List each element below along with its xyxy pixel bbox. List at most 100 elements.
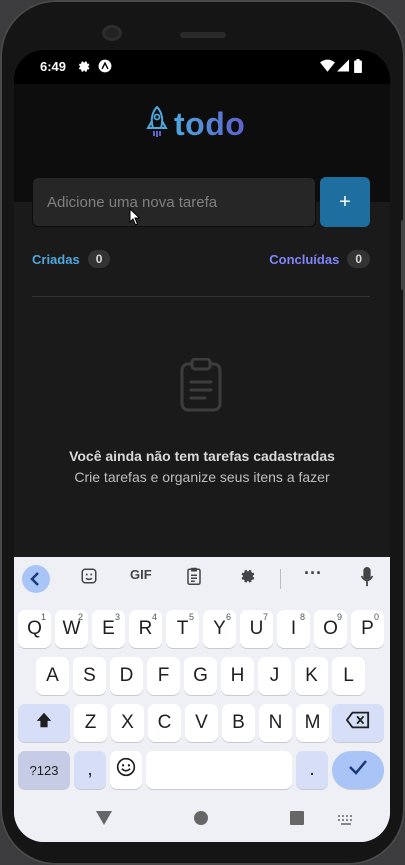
done-count-badge: 0 xyxy=(347,250,370,268)
period-key[interactable]: . xyxy=(296,751,328,789)
earpiece-speaker xyxy=(180,32,226,38)
divider xyxy=(32,296,370,297)
logo-text: todo xyxy=(174,106,246,142)
gif-button[interactable]: GIF xyxy=(130,567,152,582)
key-g[interactable]: G xyxy=(184,657,217,695)
key-t[interactable]: T5 xyxy=(166,610,199,648)
task-counters: Criadas 0 Concluídas 0 xyxy=(32,250,370,272)
key-y[interactable]: Y6 xyxy=(203,610,236,648)
battery-icon xyxy=(354,59,362,76)
empty-state-title: Você ainda não tem tarefas cadastradas xyxy=(69,448,335,464)
nav-recents-icon[interactable] xyxy=(290,811,304,825)
new-task-input[interactable] xyxy=(32,177,316,227)
app-notification-icon xyxy=(98,59,112,76)
keyboard-settings-gear-icon[interactable] xyxy=(238,567,255,587)
key-hint-number: 7 xyxy=(262,612,268,622)
toolbar-divider xyxy=(280,569,281,589)
key-k[interactable]: K xyxy=(295,657,328,695)
backspace-icon xyxy=(345,711,370,729)
logo: todo xyxy=(146,105,246,143)
key-w[interactable]: W2 xyxy=(55,610,88,648)
symbols-key[interactable]: ?123 xyxy=(18,751,70,789)
space-key[interactable] xyxy=(146,751,292,789)
emoji-key[interactable] xyxy=(110,751,142,789)
sticker-icon[interactable] xyxy=(80,567,98,588)
created-label: Criadas xyxy=(32,251,80,267)
key-x[interactable]: X xyxy=(111,704,144,742)
key-q[interactable]: Q1 xyxy=(18,610,51,648)
key-hint-number: 8 xyxy=(299,612,305,622)
clipboard-icon xyxy=(180,358,222,412)
settings-gear-icon xyxy=(76,59,90,76)
mouse-cursor-icon xyxy=(129,208,141,226)
status-time: 6:49 xyxy=(40,59,67,74)
front-camera xyxy=(102,25,122,41)
shift-key[interactable] xyxy=(18,704,70,742)
screen: 6:49 todo Adicione uma nova tarefa + Cri… xyxy=(14,50,390,842)
key-u[interactable]: U7 xyxy=(240,610,273,648)
key-c[interactable]: C xyxy=(148,704,181,742)
key-z[interactable]: Z xyxy=(74,704,107,742)
clipboard-icon-toolbar[interactable] xyxy=(186,567,202,588)
key-r[interactable]: R4 xyxy=(129,610,162,648)
key-h[interactable]: H xyxy=(221,657,254,695)
enter-key[interactable] xyxy=(332,751,384,789)
key-a[interactable]: A xyxy=(36,657,69,695)
key-label: Y xyxy=(213,618,226,639)
key-label: O xyxy=(323,618,338,639)
on-screen-keyboard: GIF ··· Q1W2E3R4T5Y6U7I8O9P0 ASDFGHJKL Z… xyxy=(14,557,390,842)
key-hint-number: 4 xyxy=(151,612,157,622)
more-options-icon[interactable]: ··· xyxy=(304,563,322,584)
created-count-badge: 0 xyxy=(87,250,111,268)
add-task-button[interactable]: + xyxy=(320,177,370,227)
key-n[interactable]: N xyxy=(259,704,292,742)
key-d[interactable]: D xyxy=(110,657,143,695)
key-b[interactable]: B xyxy=(222,704,255,742)
done-label: Concluídas xyxy=(269,251,340,267)
key-label: P xyxy=(361,618,374,639)
key-label: Q xyxy=(27,618,42,639)
key-hint-number: 9 xyxy=(336,612,342,622)
rocket-icon xyxy=(146,105,168,143)
nav-back-icon[interactable] xyxy=(96,811,112,825)
key-label: T xyxy=(176,618,189,639)
key-hint-number: 0 xyxy=(373,612,379,622)
key-p[interactable]: P0 xyxy=(351,610,384,648)
status-bar: 6:49 xyxy=(14,50,390,84)
key-j[interactable]: J xyxy=(258,657,291,695)
keyboard-back-button[interactable] xyxy=(22,565,50,593)
key-label: E xyxy=(102,618,115,639)
power-button xyxy=(401,220,405,290)
key-m[interactable]: M xyxy=(296,704,329,742)
signal-icon xyxy=(337,59,349,75)
comma-key[interactable]: , xyxy=(74,751,106,789)
key-l[interactable]: L xyxy=(332,657,365,695)
shift-arrow-icon xyxy=(36,712,52,728)
microphone-icon[interactable] xyxy=(360,567,374,590)
key-e[interactable]: E3 xyxy=(92,610,125,648)
wifi-icon xyxy=(320,59,335,75)
key-label: R xyxy=(138,618,153,639)
key-o[interactable]: O9 xyxy=(314,610,347,648)
empty-state-subtitle: Crie tarefas e organize seus itens a faz… xyxy=(74,469,330,485)
phone-frame: 6:49 todo Adicione uma nova tarefa + Cri… xyxy=(0,0,405,865)
navigation-bar xyxy=(14,801,390,842)
backspace-key[interactable] xyxy=(332,704,384,742)
key-hint-number: 5 xyxy=(188,612,194,622)
key-hint-number: 1 xyxy=(40,612,46,622)
key-label: I xyxy=(290,618,297,639)
nav-home-icon[interactable] xyxy=(194,811,208,825)
key-hint-number: 3 xyxy=(114,612,120,622)
key-v[interactable]: V xyxy=(185,704,218,742)
done-counter: Concluídas 0 xyxy=(269,250,370,268)
checkmark-icon xyxy=(349,760,367,775)
key-hint-number: 2 xyxy=(77,612,83,622)
emoji-icon xyxy=(116,757,136,777)
key-f[interactable]: F xyxy=(147,657,180,695)
key-s[interactable]: S xyxy=(73,657,106,695)
created-counter: Criadas 0 xyxy=(32,250,111,268)
keyboard-toolbar: GIF ··· xyxy=(14,557,390,599)
chevron-left-icon xyxy=(30,572,39,586)
keyboard-switch-icon[interactable] xyxy=(338,815,354,825)
key-i[interactable]: I8 xyxy=(277,610,310,648)
